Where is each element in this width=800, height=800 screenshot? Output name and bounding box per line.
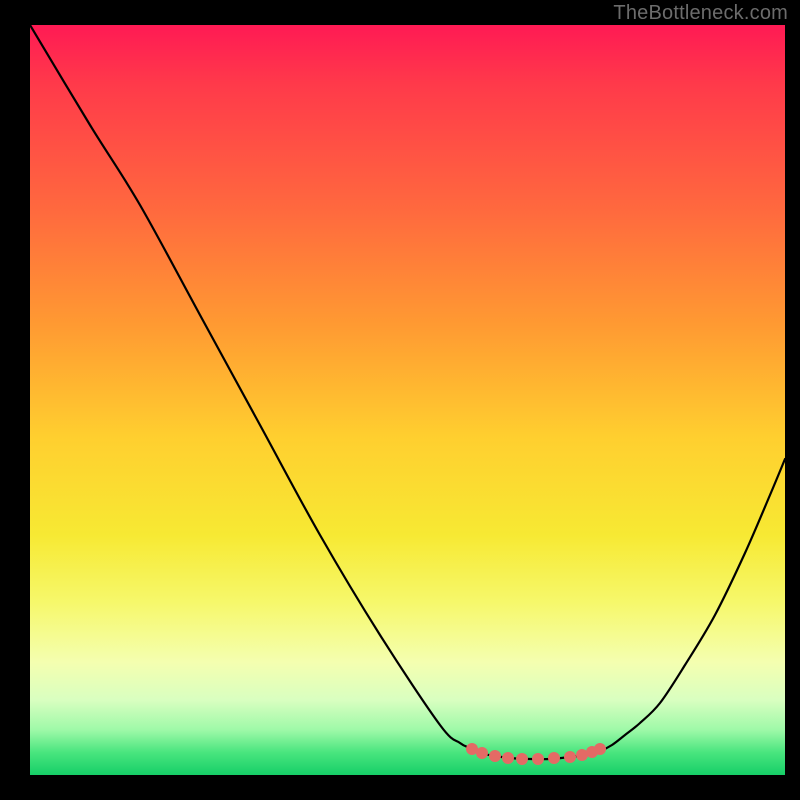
highlight-dot [489, 750, 501, 762]
highlight-dot [516, 753, 528, 765]
bottleneck-curve [30, 25, 785, 759]
chart-frame: TheBottleneck.com [0, 0, 800, 800]
highlight-dot [532, 753, 544, 765]
curve-layer [30, 25, 785, 775]
highlight-dot [502, 752, 514, 764]
highlight-dot [476, 747, 488, 759]
highlight-dot [548, 752, 560, 764]
watermark-text: TheBottleneck.com [613, 2, 788, 25]
plot-area [30, 25, 785, 775]
highlight-markers [466, 743, 606, 765]
highlight-dot [594, 743, 606, 755]
highlight-dot [564, 751, 576, 763]
